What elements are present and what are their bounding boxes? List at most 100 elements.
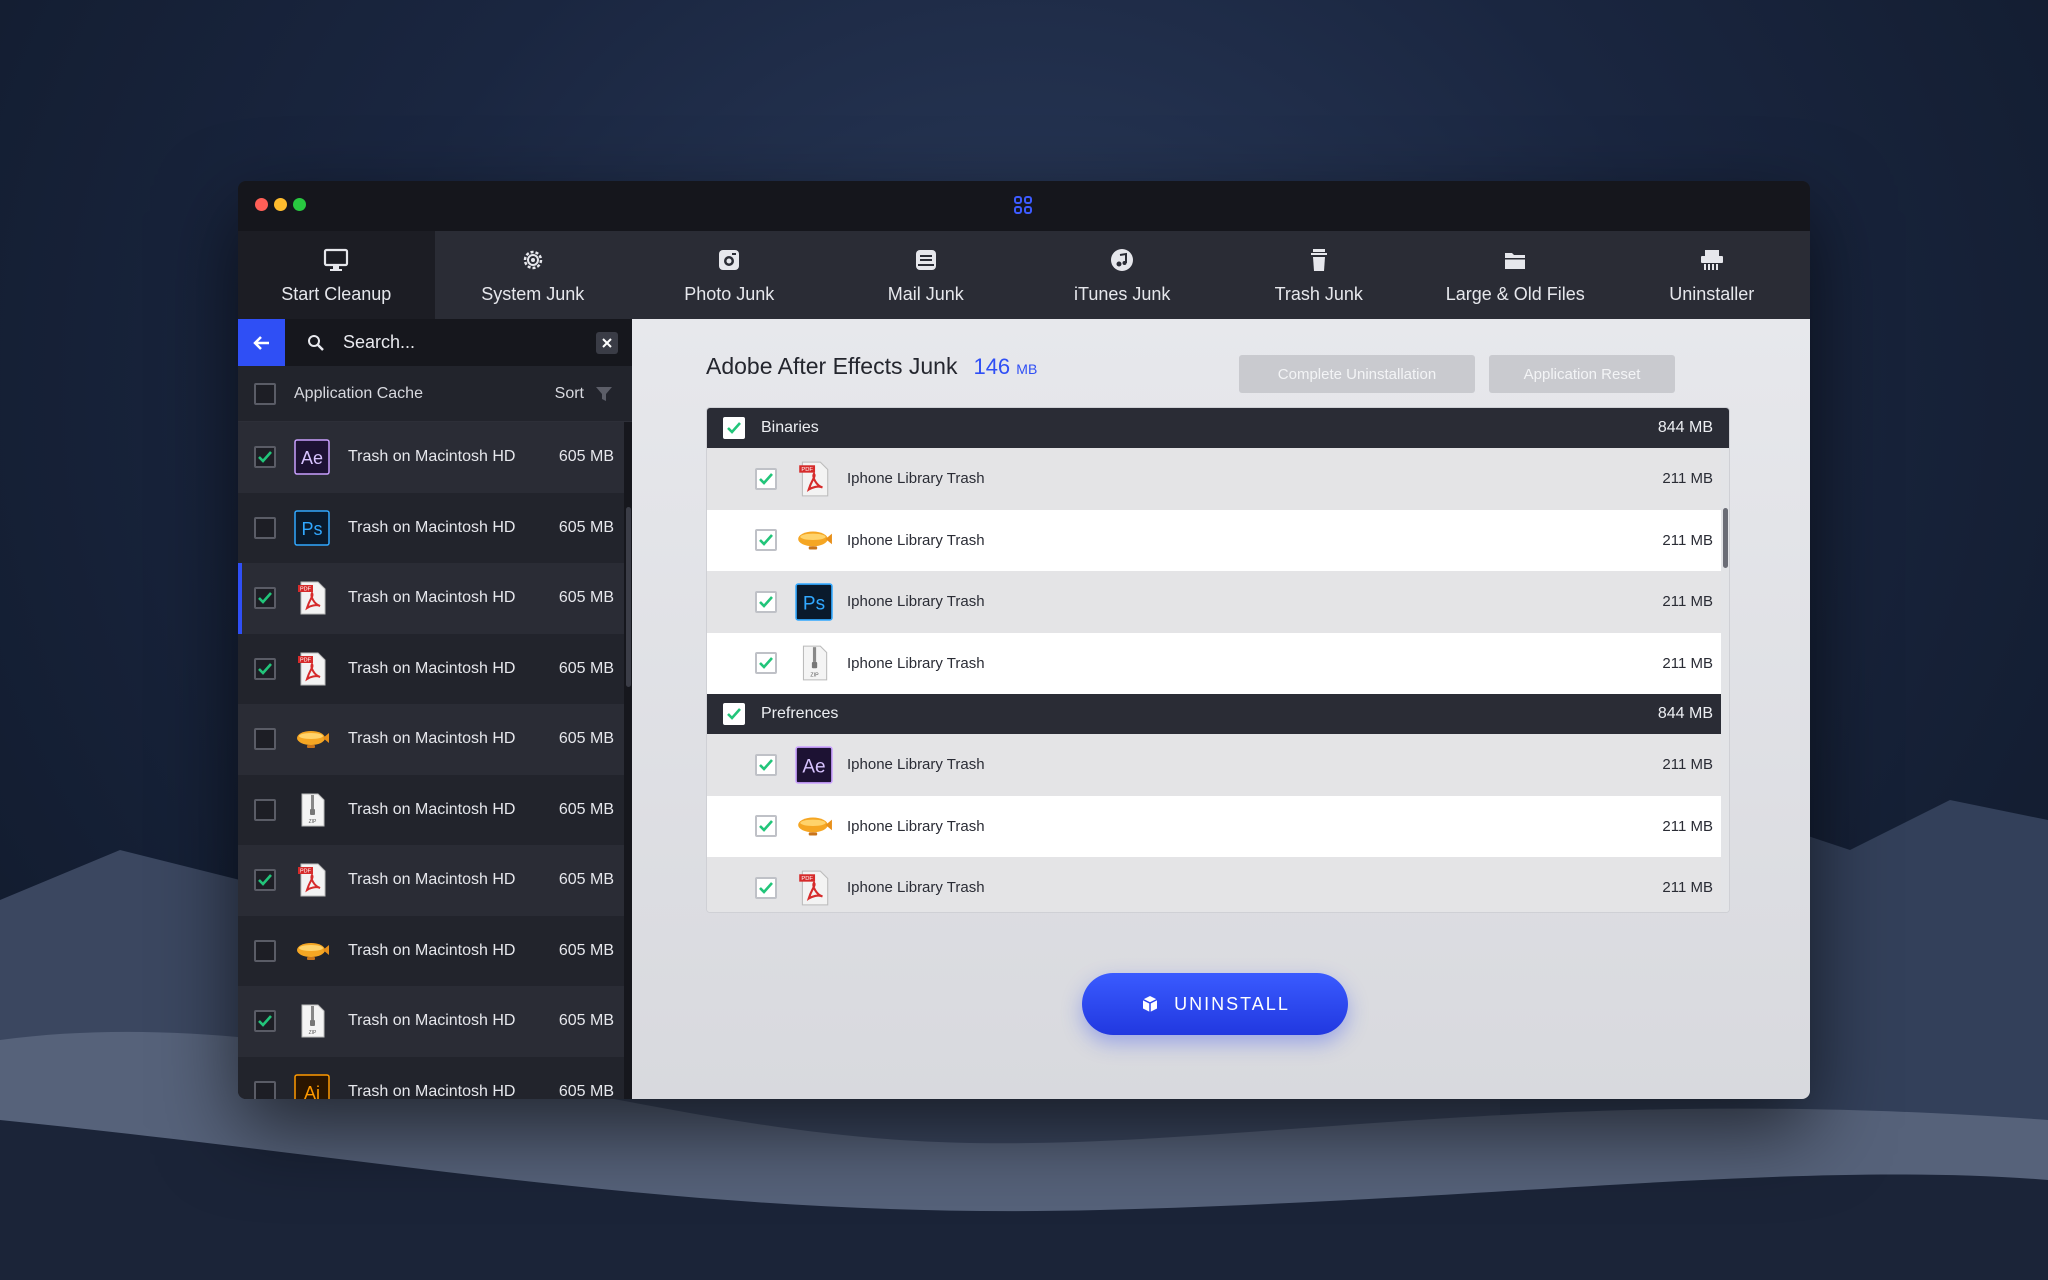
tab-trash-junk[interactable]: Trash Junk <box>1221 231 1418 319</box>
tab-photo-junk[interactable]: Photo Junk <box>631 231 828 319</box>
row-name: Iphone Library Trash <box>847 531 985 549</box>
row-checkbox[interactable] <box>755 815 777 838</box>
pdf-icon: PDF <box>298 863 326 897</box>
app-logo-icon <box>1014 196 1032 214</box>
svg-text:PDF: PDF <box>801 876 813 882</box>
list-item[interactable]: PDF Trash on Macintosh HD 605 MB <box>238 845 632 916</box>
tab-itunes-junk[interactable]: iTunes Junk <box>1024 231 1221 319</box>
list-item[interactable]: PDF Trash on Macintosh HD 605 MB <box>238 563 632 634</box>
item-checkbox[interactable] <box>254 939 276 962</box>
zip-file-icon: ZIP <box>301 793 325 827</box>
group-header[interactable]: Binaries 844 MB <box>707 408 1729 448</box>
search-bar <box>238 319 632 366</box>
checkmark-icon <box>759 758 773 771</box>
row-size: 211 MB <box>1662 593 1713 611</box>
back-button[interactable] <box>238 319 285 366</box>
svg-text:PDF: PDF <box>300 869 312 875</box>
row-checkbox[interactable] <box>755 467 777 490</box>
item-name: Trash on Macintosh HD <box>348 659 516 677</box>
group-name: Binaries <box>761 419 819 436</box>
checkmark-icon <box>258 592 272 605</box>
checkmark-icon <box>258 1015 272 1028</box>
item-checkbox[interactable] <box>254 516 276 539</box>
table-row[interactable]: Iphone Library Trash 211 MB <box>707 795 1729 857</box>
svg-text:PDF: PDF <box>300 657 312 663</box>
blimp-icon <box>798 531 832 550</box>
item-name: Trash on Macintosh HD <box>348 1012 516 1030</box>
list-item[interactable]: ZIP Trash on Macintosh HD 605 MB <box>238 774 632 845</box>
clear-search-button[interactable] <box>596 331 618 354</box>
row-size: 211 MB <box>1662 470 1713 488</box>
item-checkbox[interactable] <box>254 798 276 821</box>
main-panel: Adobe After Effects Junk 146 MB Complete… <box>632 319 1810 1099</box>
list-item[interactable]: Ae Trash on Macintosh HD 605 MB <box>238 422 632 493</box>
list-item[interactable]: ZIP Trash on Macintosh HD 605 MB <box>238 986 632 1057</box>
group-checkbox[interactable] <box>723 703 745 725</box>
checkmark-icon <box>727 708 741 720</box>
item-checkbox[interactable] <box>254 1010 276 1033</box>
after-effects-icon: Ae <box>795 746 833 784</box>
item-checkbox[interactable] <box>254 657 276 680</box>
application-reset-button[interactable]: Application Reset <box>1489 355 1675 393</box>
minimize-window-button[interactable] <box>274 198 287 211</box>
file-icon: ZIP <box>795 644 833 682</box>
table-row[interactable]: PDF Iphone Library Trash 211 MB <box>707 857 1729 912</box>
group-checkbox[interactable] <box>723 417 745 439</box>
tab-start-cleanup[interactable]: Start Cleanup <box>238 231 435 319</box>
group-header[interactable]: Prefrences 844 MB <box>707 694 1729 734</box>
uninstall-button[interactable]: UNINSTALL <box>1082 973 1348 1035</box>
checkmark-icon <box>727 422 741 434</box>
row-checkbox[interactable] <box>755 652 777 675</box>
zoom-window-button[interactable] <box>293 198 306 211</box>
table-row[interactable]: Ps Iphone Library Trash 211 MB <box>707 571 1729 633</box>
junk-table: Binaries 844 MB PDF Iphone Library Trash 211… <box>706 407 1730 913</box>
table-scrollbar-thumb[interactable] <box>1723 508 1728 568</box>
item-checkbox[interactable] <box>254 869 276 892</box>
row-checkbox[interactable] <box>755 753 777 776</box>
table-row[interactable]: ZIP Iphone Library Trash 211 MB <box>707 632 1729 694</box>
close-window-button[interactable] <box>255 198 268 211</box>
row-checkbox[interactable] <box>755 590 777 613</box>
list-item[interactable]: Ps Trash on Macintosh HD 605 MB <box>238 492 632 563</box>
checkmark-icon <box>759 472 773 485</box>
list-item[interactable]: PDF Trash on Macintosh HD 605 MB <box>238 633 632 704</box>
complete-uninstallation-button[interactable]: Complete Uninstallation <box>1239 355 1475 393</box>
app-icon <box>294 933 330 969</box>
tab-label: Trash Junk <box>1274 283 1363 304</box>
filter-icon[interactable] <box>594 384 614 404</box>
select-all-checkbox[interactable] <box>254 382 276 405</box>
sidebar-scrollbar[interactable] <box>624 422 632 1099</box>
row-name: Iphone Library Trash <box>847 817 985 835</box>
list-item[interactable]: Trash on Macintosh HD 605 MB <box>238 704 632 775</box>
tab-mail-junk[interactable]: Mail Junk <box>828 231 1025 319</box>
tab-system-junk[interactable]: System Junk <box>435 231 632 319</box>
tab-uninstaller[interactable]: Uninstaller <box>1614 231 1811 319</box>
monitor-icon <box>324 248 349 271</box>
item-checkbox[interactable] <box>254 1080 276 1099</box>
table-row[interactable]: Ae Iphone Library Trash 211 MB <box>707 734 1729 796</box>
item-checkbox[interactable] <box>254 446 276 469</box>
table-row[interactable]: Iphone Library Trash 211 MB <box>707 509 1729 571</box>
tab-large-old-files[interactable]: Large & Old Files <box>1417 231 1614 319</box>
app-icon: ZIP <box>294 792 330 828</box>
list-item[interactable]: Trash on Macintosh HD 605 MB <box>238 915 632 986</box>
checkmark-icon <box>759 881 773 894</box>
item-checkbox[interactable] <box>254 587 276 610</box>
app-window: Start Cleanup System Junk Photo Junk Mai… <box>238 181 1810 1099</box>
item-name: Trash on Macintosh HD <box>348 1082 516 1099</box>
row-checkbox[interactable] <box>755 876 777 899</box>
main-navigation: Start Cleanup System Junk Photo Junk Mai… <box>238 231 1810 319</box>
sort-button[interactable]: Sort <box>555 385 584 403</box>
row-checkbox[interactable] <box>755 529 777 552</box>
table-scrollbar[interactable] <box>1721 448 1729 912</box>
table-row[interactable]: PDF Iphone Library Trash 211 MB <box>707 448 1729 510</box>
list-item[interactable]: Ai Trash on Macintosh HD 605 MB <box>238 1056 632 1099</box>
item-size: 605 MB <box>558 730 614 748</box>
after-effects-icon: Ae <box>294 439 330 475</box>
app-icon: PDF <box>294 651 330 687</box>
sidebar-scrollbar-thumb[interactable] <box>626 507 631 687</box>
tab-label: Start Cleanup <box>281 283 392 304</box>
svg-text:Ae: Ae <box>802 756 825 777</box>
item-checkbox[interactable] <box>254 728 276 751</box>
search-input[interactable] <box>343 332 583 353</box>
